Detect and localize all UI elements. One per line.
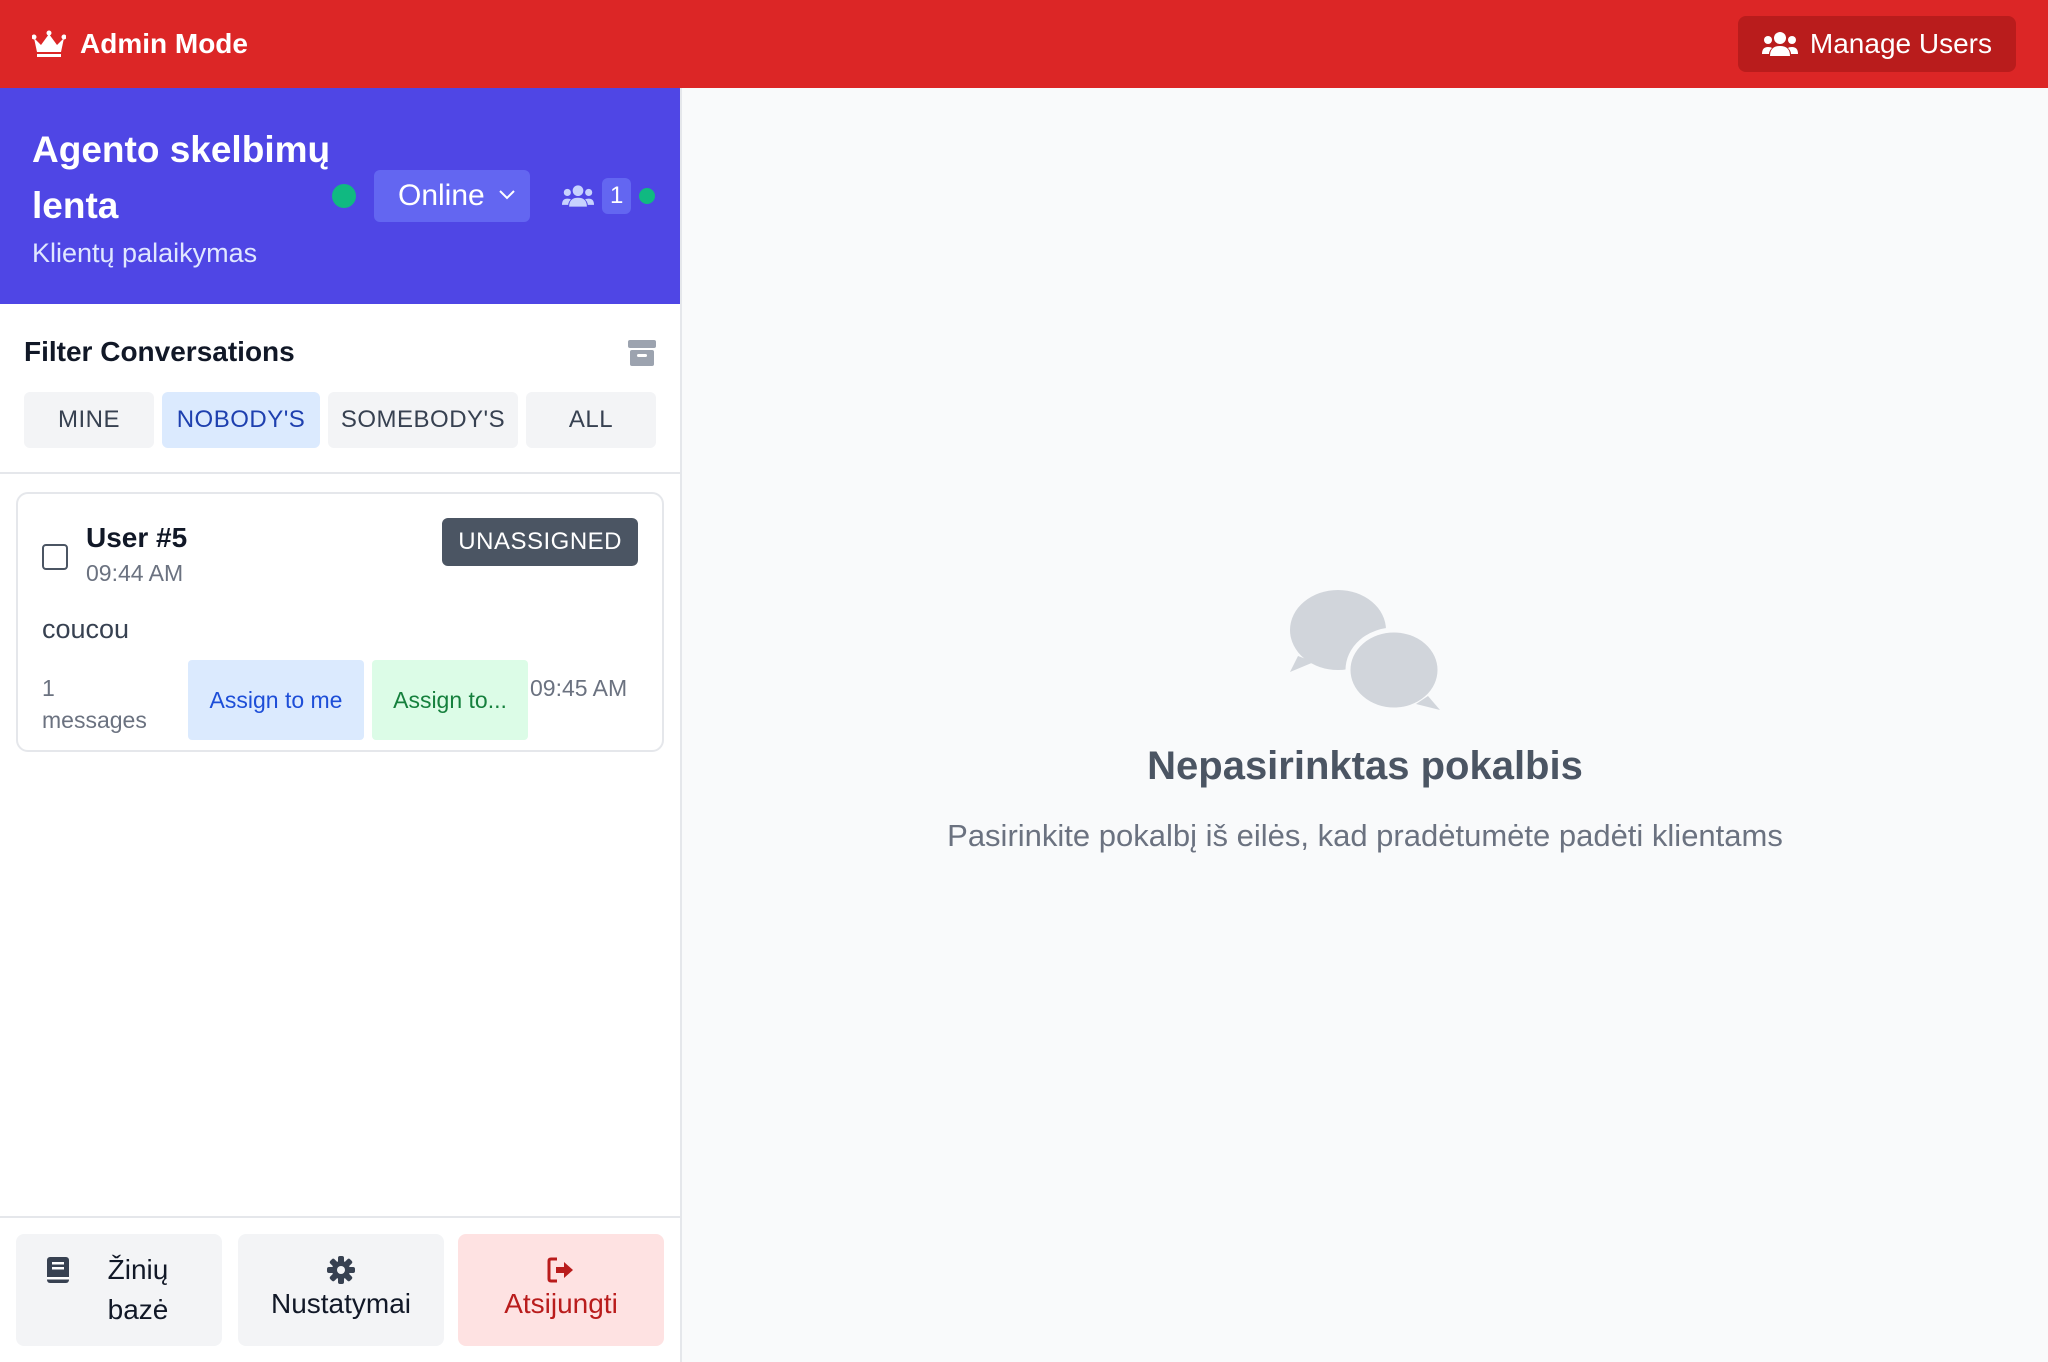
agent-header: Agento skelbimų lenta Klientų palaikymas… (0, 88, 680, 304)
conversation-time: 09:44 AM (86, 560, 184, 586)
sidebar: Agento skelbimų lenta Klientų palaikymas… (0, 88, 682, 1362)
filter-section: Filter Conversations MINE NOBODY'S SOMEB… (0, 304, 680, 474)
empty-state-subtitle: Pasirinkite pokalbį iš eilės, kad pradėt… (947, 818, 1783, 853)
conversation-checkbox[interactable] (42, 544, 68, 570)
archive-icon[interactable] (628, 340, 656, 366)
tab-mine[interactable]: MINE (24, 392, 154, 448)
crown-icon (32, 30, 66, 57)
admin-mode-label: Admin Mode (80, 28, 248, 59)
filter-title: Filter Conversations (24, 336, 295, 367)
settings-button[interactable]: Nustatymai (238, 1234, 444, 1346)
knowledge-base-label: Žinių bazė (107, 1254, 169, 1325)
agent-dashboard-subtitle: Klientų palaikymas (32, 238, 258, 268)
status-select[interactable]: Online (374, 170, 530, 222)
settings-label: Nustatymai (270, 1288, 412, 1319)
conversation-card[interactable]: User #5 09:44 AM UNASSIGNED coucou 1 mes… (16, 492, 664, 752)
logout-button[interactable]: Atsijungti (458, 1234, 664, 1346)
comments-icon (1290, 590, 1443, 713)
tab-nobodys[interactable]: NOBODY'S (162, 392, 320, 448)
online-agents: 1 (562, 178, 656, 214)
gear-icon (327, 1256, 355, 1284)
status-badge: UNASSIGNED (442, 518, 638, 566)
manage-users-label: Manage Users (1809, 28, 1992, 59)
knowledge-base-button[interactable]: Žinių bazė (16, 1234, 222, 1346)
online-count-badge: 1 (602, 178, 632, 214)
users-icon (1761, 32, 1798, 56)
users-icon (562, 185, 594, 207)
admin-bar: Admin Mode Manage Users (0, 0, 2048, 88)
status-area: Online 1 (332, 170, 656, 222)
manage-users-button[interactable]: Manage Users (1737, 16, 2016, 72)
agent-dashboard-title: Agento skelbimų lenta (32, 129, 331, 226)
tab-all[interactable]: ALL (526, 392, 656, 448)
message-count: 1 messages (42, 675, 147, 733)
bottom-bar: Žinių bazė Nustatymai Atsijungti (0, 1216, 680, 1362)
book-icon (47, 1257, 69, 1283)
filter-tabs: MINE NOBODY'S SOMEBODY'S ALL (24, 392, 656, 448)
chevron-down-icon (499, 190, 515, 200)
logout-label: Atsijungti (504, 1288, 618, 1319)
main-content: Nepasirinktas pokalbis Pasirinkite pokal… (682, 88, 2048, 1362)
conversation-user: User #5 (86, 522, 188, 553)
tab-somebodys[interactable]: SOMEBODY'S (328, 392, 518, 448)
online-dot (639, 188, 656, 204)
empty-state-title: Nepasirinktas pokalbis (1147, 744, 1583, 788)
assign-to-button[interactable]: Assign to... (372, 660, 528, 740)
sign-out-icon (547, 1257, 573, 1283)
conversation-last-message: coucou (42, 614, 130, 644)
assign-to-me-button[interactable]: Assign to me (188, 660, 364, 740)
admin-mode-indicator: Admin Mode (32, 28, 248, 60)
status-value: Online (398, 179, 485, 212)
status-indicator-dot (332, 184, 356, 208)
conversation-last-time: 09:45 AM (530, 675, 628, 701)
